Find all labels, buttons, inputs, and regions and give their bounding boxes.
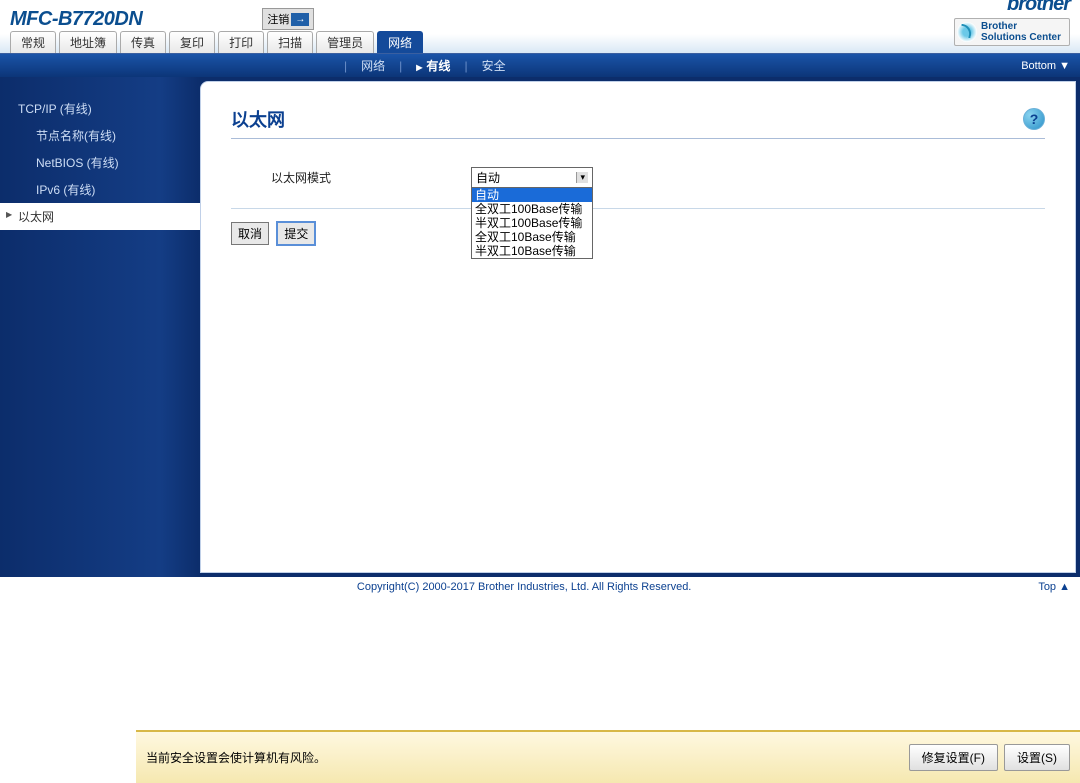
- sidebar-item[interactable]: 以太网: [0, 203, 200, 230]
- action-buttons: 取消 提交: [231, 221, 1045, 246]
- submit-button[interactable]: 提交: [276, 221, 316, 246]
- ethernet-mode-label: 以太网模式: [271, 169, 471, 186]
- tab-地址簿[interactable]: 地址簿: [59, 31, 117, 53]
- solutions-label: BrotherSolutions Center: [981, 21, 1061, 43]
- logout-label: 注销: [267, 11, 289, 27]
- solutions-icon: [957, 22, 977, 42]
- option-item[interactable]: 自动: [472, 188, 592, 202]
- option-item[interactable]: 全双工10Base传输: [472, 230, 592, 244]
- logout-button[interactable]: 注销 →: [262, 8, 314, 30]
- top-link[interactable]: Top ▲: [1038, 581, 1070, 593]
- logout-arrow-icon: →: [291, 13, 309, 26]
- help-icon[interactable]: ?: [1023, 108, 1045, 130]
- tab-复印[interactable]: 复印: [169, 31, 215, 53]
- option-item[interactable]: 半双工100Base传输: [472, 216, 592, 230]
- header-bar: MFC-B7720DN 注销 → brother BrotherSolution…: [0, 0, 1080, 34]
- tab-网络[interactable]: 网络: [377, 31, 423, 53]
- bottom-link[interactable]: Bottom ▼: [1021, 60, 1070, 72]
- tab-传真[interactable]: 传真: [120, 31, 166, 53]
- main-tab-row: 常规地址簿传真复印打印扫描管理员网络: [0, 34, 1080, 54]
- select-value: 自动: [476, 169, 500, 186]
- subnav-network[interactable]: 网络: [361, 57, 385, 74]
- fix-settings-button[interactable]: 修复设置(F): [909, 744, 998, 771]
- sidebar: TCP/IP (有线)节点名称(有线)NetBIOS (有线)IPv6 (有线)…: [0, 77, 200, 577]
- cancel-button[interactable]: 取消: [231, 222, 269, 245]
- model-name: MFC-B7720DN: [10, 8, 142, 31]
- tab-扫描[interactable]: 扫描: [267, 31, 313, 53]
- ethernet-mode-row: 以太网模式 自动 ▾ 自动全双工100Base传输半双工100Base传输全双工…: [271, 167, 1045, 188]
- brand-area: brother BrotherSolutions Center: [954, 0, 1070, 46]
- content-panel: 以太网 ? 以太网模式 自动 ▾ 自动全双工100Base传输半双工100Bas…: [200, 81, 1076, 573]
- solutions-center-button[interactable]: BrotherSolutions Center: [954, 18, 1070, 46]
- settings-button[interactable]: 设置(S): [1004, 744, 1070, 771]
- tab-常规[interactable]: 常规: [10, 31, 56, 53]
- warning-message: 当前安全设置会使计算机有风险。: [146, 749, 326, 766]
- option-item[interactable]: 半双工10Base传输: [472, 244, 592, 258]
- subnav-security[interactable]: 安全: [482, 57, 506, 74]
- option-item[interactable]: 全双工100Base传输: [472, 202, 592, 216]
- divider: [231, 208, 1045, 209]
- sidebar-item[interactable]: IPv6 (有线): [0, 176, 200, 203]
- sidebar-item[interactable]: NetBIOS (有线): [0, 149, 200, 176]
- ethernet-mode-select[interactable]: 自动 ▾ 自动全双工100Base传输半双工100Base传输全双工10Base…: [471, 167, 593, 188]
- brand-logo: brother: [1007, 0, 1070, 16]
- page-title: 以太网: [231, 106, 285, 132]
- security-warning-bar: 当前安全设置会使计算机有风险。 修复设置(F) 设置(S) 值 什么值得买: [136, 730, 1080, 783]
- footer: Copyright(C) 2000-2017 Brother Industrie…: [0, 577, 1080, 597]
- sub-nav: | 网络 | 有线 | 安全 Bottom ▼: [0, 54, 1080, 77]
- body-area: TCP/IP (有线)节点名称(有线)NetBIOS (有线)IPv6 (有线)…: [0, 77, 1080, 577]
- sidebar-item[interactable]: TCP/IP (有线): [0, 95, 200, 122]
- chevron-down-icon: ▾: [576, 172, 588, 183]
- sidebar-item[interactable]: 节点名称(有线): [0, 122, 200, 149]
- options-dropdown: 自动全双工100Base传输半双工100Base传输全双工10Base传输半双工…: [471, 187, 593, 259]
- page-title-row: 以太网 ?: [231, 106, 1045, 139]
- tab-管理员[interactable]: 管理员: [316, 31, 374, 53]
- tab-打印[interactable]: 打印: [218, 31, 264, 53]
- subnav-wired[interactable]: 有线: [416, 57, 450, 74]
- copyright: Copyright(C) 2000-2017 Brother Industrie…: [10, 581, 1038, 593]
